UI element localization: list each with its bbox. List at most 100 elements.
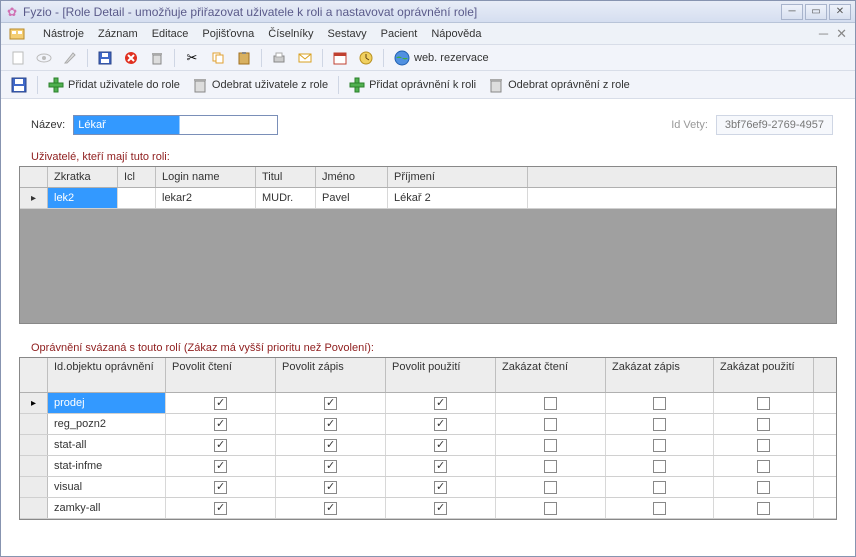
add-user-button[interactable]: Přidat uživatele do role (44, 75, 184, 95)
checkbox[interactable] (757, 502, 770, 515)
checkbox[interactable] (214, 502, 227, 515)
menu-zaznam[interactable]: Záznam (98, 28, 138, 40)
users-grid-header: ZkratkaIclLogin nameTitulJménoPříjmení (20, 167, 836, 188)
remove-user-button[interactable]: Odebrat uživatele z role (188, 75, 332, 95)
cell-idobj[interactable]: zamky-all (48, 498, 166, 518)
menu-ciselniky[interactable]: Číselníky (268, 28, 313, 40)
name-label: Název: (31, 119, 65, 131)
add-perm-label: Přidat oprávnění k roli (369, 79, 476, 91)
remove-perm-button[interactable]: Odebrat oprávnění z role (484, 75, 634, 95)
add-perm-button[interactable]: Přidat oprávnění k roli (345, 75, 480, 95)
close-button[interactable]: ✕ (829, 4, 851, 20)
table-row[interactable]: stat-infme (20, 456, 836, 477)
web-reservation-label: web. rezervace (414, 52, 489, 64)
cell-idobj[interactable]: reg_pozn2 (48, 414, 166, 434)
table-row[interactable]: ▸lek2lekar2MUDr.PavelLékař 2 (20, 188, 836, 209)
checkbox[interactable] (544, 460, 557, 473)
cell-idobj[interactable]: stat-all (48, 435, 166, 455)
table-row[interactable]: ▸prodej (20, 393, 836, 414)
menu-pojistovna[interactable]: Pojišťovna (202, 28, 254, 40)
checkbox[interactable] (757, 418, 770, 431)
checkbox[interactable] (214, 439, 227, 452)
edit-icon[interactable] (59, 48, 81, 68)
print-icon[interactable] (268, 48, 290, 68)
menu-editace[interactable]: Editace (152, 28, 189, 40)
minimize-button[interactable]: ─ (781, 4, 803, 20)
checkbox[interactable] (214, 481, 227, 494)
app-icon: ✿ (5, 5, 19, 19)
menu-sestavy[interactable]: Sestavy (328, 28, 367, 40)
view-icon[interactable] (33, 48, 55, 68)
name-input[interactable]: Lékař (73, 115, 278, 135)
mail-icon[interactable] (294, 48, 316, 68)
calendar-icon[interactable] (329, 48, 351, 68)
delete-icon[interactable] (146, 48, 168, 68)
checkbox[interactable] (324, 418, 337, 431)
checkbox[interactable] (653, 502, 666, 515)
checkbox[interactable] (434, 481, 447, 494)
cancel-icon[interactable] (120, 48, 142, 68)
cell-idobj[interactable]: visual (48, 477, 166, 497)
checkbox[interactable] (214, 397, 227, 410)
checkbox[interactable] (544, 439, 557, 452)
restore-button[interactable]: ▭ (805, 4, 827, 20)
checkbox[interactable] (757, 439, 770, 452)
checkbox[interactable] (324, 502, 337, 515)
cell-prijmeni[interactable]: Lékař 2 (388, 188, 528, 208)
checkbox[interactable] (653, 418, 666, 431)
cell-login[interactable]: lekar2 (156, 188, 256, 208)
users-grid[interactable]: ZkratkaIclLogin nameTitulJménoPříjmení ▸… (20, 167, 836, 323)
menu-napoveda[interactable]: Nápověda (431, 28, 481, 40)
checkbox[interactable] (653, 460, 666, 473)
checkbox[interactable] (757, 460, 770, 473)
new-icon[interactable] (7, 48, 29, 68)
checkbox[interactable] (653, 397, 666, 410)
menu-nastroje[interactable]: Nástroje (43, 28, 84, 40)
cut-icon[interactable]: ✂ (181, 48, 203, 68)
web-reservation-button[interactable]: web. rezervace (390, 50, 493, 66)
perms-grid[interactable]: Id.objektu oprávněníPovolit čteníPovolit… (20, 358, 836, 519)
save-button[interactable] (7, 75, 31, 95)
checkbox[interactable] (434, 460, 447, 473)
copy-icon[interactable] (207, 48, 229, 68)
cell-zkratka[interactable]: lek2 (48, 188, 118, 208)
checkbox[interactable] (324, 460, 337, 473)
cell-idobj[interactable]: prodej (48, 393, 166, 413)
table-row[interactable]: reg_pozn2 (20, 414, 836, 435)
table-row[interactable]: visual (20, 477, 836, 498)
checkbox[interactable] (434, 439, 447, 452)
cell-jmeno[interactable]: Pavel (316, 188, 388, 208)
cell-icl[interactable] (118, 188, 156, 208)
paste-icon[interactable] (233, 48, 255, 68)
checkbox[interactable] (757, 397, 770, 410)
checkbox[interactable] (214, 460, 227, 473)
perms-grid-header: Id.objektu oprávněníPovolit čteníPovolit… (20, 358, 836, 393)
cell-idobj[interactable]: stat-infme (48, 456, 166, 476)
checkbox[interactable] (434, 397, 447, 410)
checkbox[interactable] (653, 481, 666, 494)
mdi-close-button[interactable]: ✕ (836, 26, 847, 42)
checkbox[interactable] (434, 502, 447, 515)
table-row[interactable]: zamky-all (20, 498, 836, 519)
checkbox[interactable] (544, 502, 557, 515)
checkbox[interactable] (544, 481, 557, 494)
checkbox[interactable] (653, 439, 666, 452)
mdi-minimize-button[interactable]: ─ (819, 26, 828, 42)
checkbox[interactable] (324, 481, 337, 494)
save-icon[interactable] (94, 48, 116, 68)
add-user-label: Přidat uživatele do role (68, 79, 180, 91)
checkbox[interactable] (544, 418, 557, 431)
checkbox[interactable] (544, 397, 557, 410)
clock-icon[interactable] (355, 48, 377, 68)
add-perm-icon (349, 77, 365, 93)
cell-titul[interactable]: MUDr. (256, 188, 316, 208)
checkbox[interactable] (434, 418, 447, 431)
checkbox[interactable] (757, 481, 770, 494)
perms-section-title: Oprávnění svázaná s touto rolí (Zákaz má… (31, 342, 843, 354)
checkbox[interactable] (324, 397, 337, 410)
checkbox[interactable] (214, 418, 227, 431)
main-toolbar: ✂ web. rezervace (1, 45, 855, 71)
menu-pacient[interactable]: Pacient (381, 28, 418, 40)
checkbox[interactable] (324, 439, 337, 452)
table-row[interactable]: stat-all (20, 435, 836, 456)
